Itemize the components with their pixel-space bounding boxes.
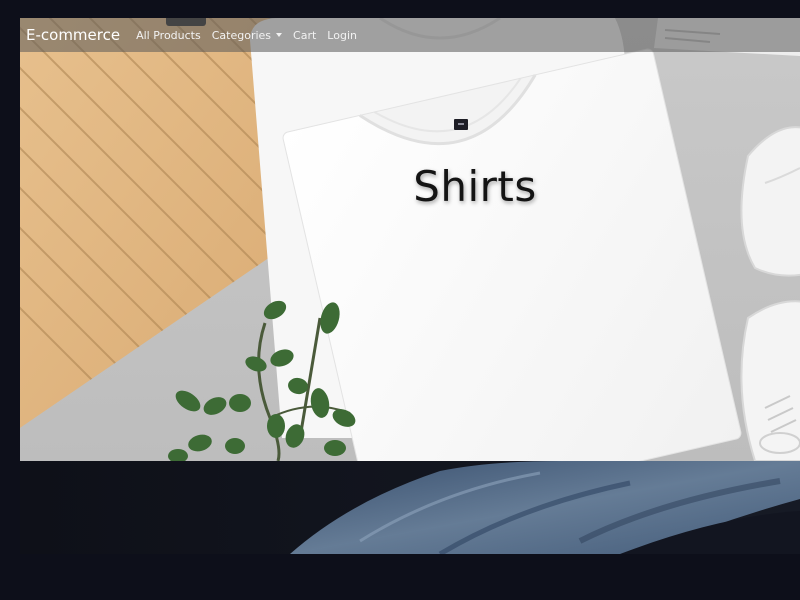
- nav-cart[interactable]: Cart: [293, 29, 316, 42]
- hero-title: Shirts: [413, 162, 537, 211]
- nav-all-products[interactable]: All Products: [136, 29, 201, 42]
- brand-logo[interactable]: E-commerce: [26, 26, 120, 44]
- navbar: E-commerce All Products Categories Cart …: [20, 18, 800, 52]
- nav-categories-label: Categories: [211, 28, 272, 42]
- banner-denim[interactable]: [20, 461, 800, 554]
- nav-login-label: Login: [327, 28, 357, 42]
- banner-denim-image: [20, 461, 800, 554]
- hero-background-image: [20, 18, 800, 461]
- nav-categories-dropdown[interactable]: Categories: [211, 28, 283, 42]
- nav-cart-label: Cart: [293, 28, 317, 42]
- page-frame: Shirts E-commerce All Products Categorie…: [20, 18, 800, 554]
- nav-all-products-label: All Products: [136, 28, 201, 42]
- chevron-down-icon: [276, 33, 283, 37]
- nav-login[interactable]: Login: [327, 29, 357, 42]
- shirt-label-icon: [454, 119, 468, 130]
- hero-banner-shirts[interactable]: Shirts: [20, 18, 800, 461]
